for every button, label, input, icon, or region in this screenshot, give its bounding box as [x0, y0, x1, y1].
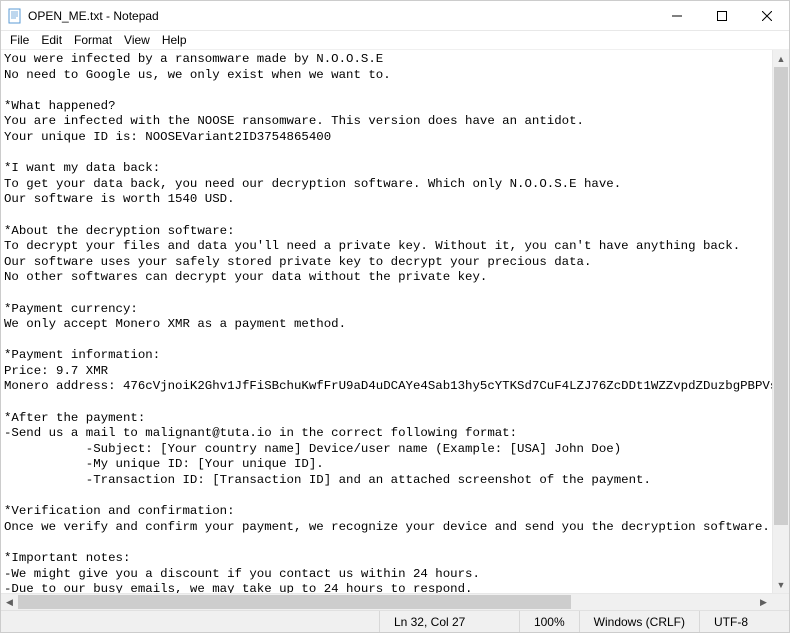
vertical-scrollbar[interactable]: ▲ ▼ — [772, 50, 789, 593]
title-bar: OPEN_ME.txt - Notepad — [1, 1, 789, 31]
vertical-scroll-track[interactable] — [773, 67, 789, 576]
horizontal-scrollbar-row: ◀ ▶ — [1, 593, 789, 610]
menu-format[interactable]: Format — [68, 32, 118, 48]
notepad-window: OPEN_ME.txt - Notepad File Edit Format V… — [0, 0, 790, 633]
content-area: You were infected by a ransomware made b… — [1, 50, 789, 593]
menu-help[interactable]: Help — [156, 32, 193, 48]
status-encoding: UTF-8 — [699, 611, 789, 632]
notepad-icon — [7, 8, 23, 24]
window-controls — [654, 1, 789, 30]
maximize-button[interactable] — [699, 1, 744, 30]
scroll-up-icon[interactable]: ▲ — [773, 50, 789, 67]
status-cursor-position: Ln 32, Col 27 — [379, 611, 519, 632]
text-content[interactable]: You were infected by a ransomware made b… — [1, 50, 772, 593]
menu-edit[interactable]: Edit — [35, 32, 68, 48]
scroll-left-icon[interactable]: ◀ — [1, 594, 18, 610]
menu-view[interactable]: View — [118, 32, 156, 48]
scroll-right-icon[interactable]: ▶ — [755, 594, 772, 610]
close-button[interactable] — [744, 1, 789, 30]
scroll-down-icon[interactable]: ▼ — [773, 576, 789, 593]
menu-file[interactable]: File — [4, 32, 35, 48]
vertical-scroll-thumb[interactable] — [774, 67, 788, 525]
scroll-corner — [772, 594, 789, 610]
minimize-button[interactable] — [654, 1, 699, 30]
status-zoom: 100% — [519, 611, 579, 632]
window-title: OPEN_ME.txt - Notepad — [28, 9, 654, 23]
horizontal-scrollbar[interactable]: ◀ ▶ — [1, 594, 772, 610]
status-eol: Windows (CRLF) — [579, 611, 699, 632]
horizontal-scroll-track[interactable] — [18, 594, 755, 610]
status-bar: Ln 32, Col 27 100% Windows (CRLF) UTF-8 — [1, 610, 789, 632]
menu-bar: File Edit Format View Help — [1, 31, 789, 50]
horizontal-scroll-thumb[interactable] — [18, 595, 571, 609]
